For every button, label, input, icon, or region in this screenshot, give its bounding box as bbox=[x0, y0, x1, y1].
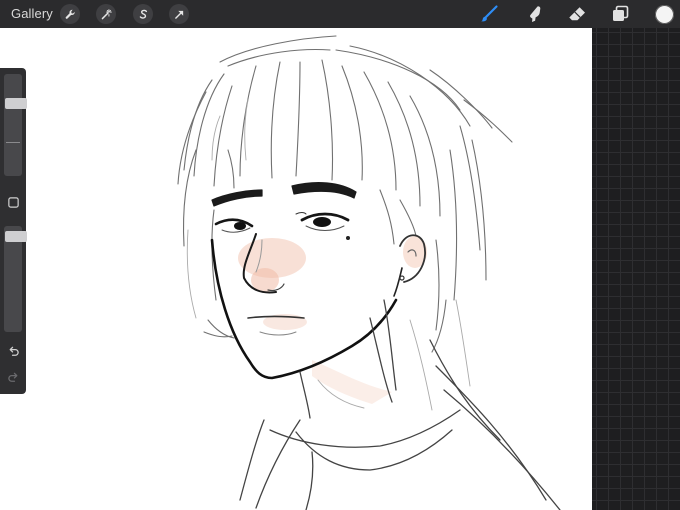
sidebar bbox=[0, 68, 27, 394]
brush-size-slider[interactable] bbox=[4, 74, 27, 176]
brush-tool-button[interactable] bbox=[478, 3, 500, 25]
modify-button[interactable] bbox=[4, 193, 22, 211]
layers-icon bbox=[613, 5, 629, 21]
smudge-icon bbox=[530, 6, 541, 22]
drawing-canvas[interactable] bbox=[0, 28, 592, 510]
color-picker-button[interactable] bbox=[655, 5, 674, 24]
opacity-thumb[interactable] bbox=[5, 231, 27, 242]
top-toolbar: Gallery bbox=[0, 0, 680, 28]
slider-divider bbox=[6, 142, 20, 143]
smudge-tool-button[interactable] bbox=[524, 3, 546, 25]
adjustments-button[interactable] bbox=[96, 4, 116, 24]
undo-icon bbox=[9, 346, 19, 356]
opacity-slider[interactable] bbox=[4, 226, 27, 332]
brush-size-thumb[interactable] bbox=[5, 98, 27, 109]
eraser-tool-button[interactable] bbox=[566, 3, 588, 25]
artwork-sketch bbox=[177, 35, 561, 510]
transform-arrow-icon bbox=[174, 10, 183, 19]
modify-square-icon bbox=[7, 196, 19, 208]
magic-wand-icon bbox=[101, 8, 112, 19]
brush-icon bbox=[481, 5, 498, 22]
layers-button[interactable] bbox=[609, 3, 631, 25]
undo-button[interactable] bbox=[4, 342, 22, 360]
selection-icon bbox=[139, 9, 147, 19]
selection-button[interactable] bbox=[133, 4, 153, 24]
redo-icon bbox=[7, 372, 17, 382]
transform-button[interactable] bbox=[169, 4, 189, 24]
eraser-icon bbox=[569, 7, 585, 21]
workspace-background bbox=[592, 28, 680, 510]
actions-button[interactable] bbox=[60, 4, 80, 24]
redo-button[interactable] bbox=[4, 368, 22, 386]
wrench-icon bbox=[65, 9, 75, 19]
gallery-button[interactable]: Gallery bbox=[11, 6, 53, 21]
